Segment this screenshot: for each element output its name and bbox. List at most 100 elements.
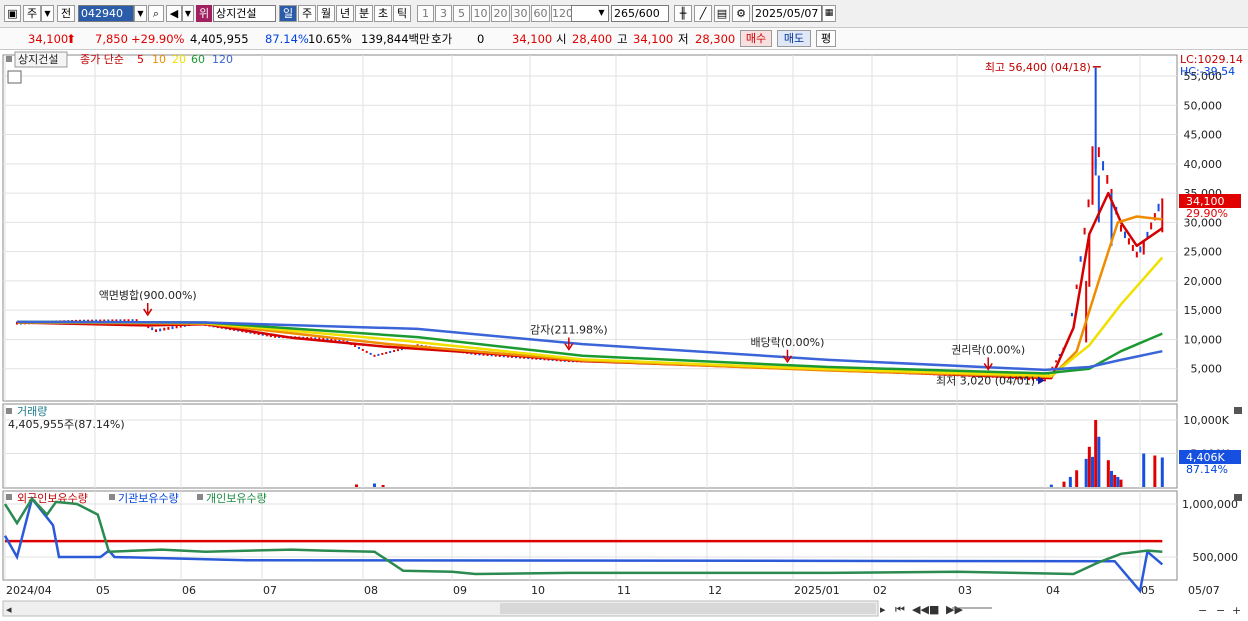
legend-square-icon (197, 494, 203, 500)
interval-button[interactable]: 60 (531, 5, 550, 22)
period-tab[interactable]: 년 (336, 5, 354, 22)
zoom-in-icon: + (1232, 604, 1241, 617)
price-axis-tick: 15,000 (1184, 304, 1223, 317)
calendar-icon[interactable]: ▦ (822, 5, 836, 22)
line-tool-icon[interactable]: ╱ (694, 5, 712, 22)
mode-chevron-down-icon[interactable]: ▼ (41, 5, 54, 22)
candle (1157, 203, 1160, 212)
playback-control-icon: ■ (929, 603, 939, 616)
x-axis-tick: 11 (617, 584, 631, 597)
interval-button[interactable]: 30 (511, 5, 530, 22)
legend-item: 5 (137, 53, 144, 66)
save-icon[interactable]: ▤ (714, 5, 730, 22)
stock-code-input[interactable]: 042940 (78, 5, 134, 22)
volume-bar (354, 484, 358, 487)
open-price: 28,400 (572, 32, 613, 46)
interval-button[interactable]: 5 (453, 5, 470, 22)
volume-bar (1084, 458, 1088, 487)
volume-subtitle: 4,405,955주(87.14%) (8, 418, 125, 431)
period-tab[interactable]: 주 (298, 5, 316, 22)
volume-pane (2, 403, 1178, 489)
open-label: 시 (556, 32, 567, 46)
period-tab[interactable]: 월 (317, 5, 335, 22)
x-axis-tick: 06 (182, 584, 196, 597)
eval-button[interactable]: 평 (816, 30, 836, 47)
interval-button[interactable]: 120 (551, 5, 573, 22)
grid-toggle-icon (7, 70, 22, 84)
period-tab[interactable]: 분 (355, 5, 373, 22)
period-tab[interactable]: 틱 (393, 5, 411, 22)
chart-menu-icon[interactable]: ▣ (4, 5, 21, 22)
zoom-out-icon: − (1198, 604, 1207, 617)
period-tab[interactable]: 초 (374, 5, 392, 22)
event-annotation: 액면병합(900.00%) (99, 289, 197, 302)
legend-square-icon (109, 494, 115, 500)
legend-item: 10 (152, 53, 166, 66)
stock-badge: 위 (196, 5, 212, 22)
legend-item: 120 (212, 53, 233, 66)
chart-area: 5,00010,00015,00020,00025,00030,00035,00… (2, 51, 1243, 617)
playback-control-icon: ◀◀ (912, 603, 929, 616)
scroll-right-icon: ▸ (880, 603, 886, 616)
candle (1120, 224, 1122, 232)
price-axis-tick: 5,000 (1191, 363, 1223, 376)
hoga-price: 34,100 (512, 32, 553, 46)
x-axis-tick: 05 (96, 584, 110, 597)
candle (1035, 378, 1038, 381)
speaker-icon[interactable]: ◀ (166, 5, 182, 22)
current-price: 34,100 (28, 32, 69, 46)
candle (163, 327, 166, 331)
x-axis-tick: 10 (531, 584, 545, 597)
price-axis-tick: 50,000 (1184, 99, 1223, 112)
mode-button[interactable]: 주 (23, 5, 41, 22)
candle (1135, 251, 1138, 258)
prev-button[interactable]: 전 (57, 5, 75, 22)
up-arrow-icon: ⬆ (66, 32, 77, 46)
interval-button[interactable]: 10 (471, 5, 490, 22)
date-input[interactable]: 2025/05/07 (752, 5, 822, 22)
volume-bar (381, 484, 385, 487)
speaker-chevron-down-icon[interactable]: ▼ (182, 5, 194, 22)
candle (1106, 175, 1109, 184)
x-axis-tick: 03 (958, 584, 972, 597)
volume-bar (1097, 436, 1101, 487)
interval-chevron-down-icon[interactable]: ▼ (595, 5, 608, 22)
volume-bar (1113, 474, 1117, 487)
candle-type-icon[interactable]: ╫ (674, 5, 692, 22)
gear-icon[interactable]: ⚙ (732, 5, 750, 22)
volume-bar (1075, 470, 1079, 487)
candle (159, 328, 162, 332)
holdings-legend-item: 기관보유수량 (118, 492, 179, 505)
close-pane-icon (1234, 407, 1242, 414)
code-chevron-down-icon[interactable]: ▼ (134, 5, 147, 22)
stock-name-field[interactable]: 상지건설 (213, 5, 276, 22)
candle (354, 344, 357, 348)
event-annotation: 배당락(0.00%) (751, 336, 825, 349)
sell-button[interactable]: 매도 (777, 30, 811, 47)
search-icon[interactable]: ⌕ (148, 5, 164, 22)
interval-button[interactable]: 1 (417, 5, 434, 22)
price-low-annotation: 최저 3,020 (04/01) (936, 374, 1035, 387)
event-annotation: 감자(211.98%) (530, 324, 608, 337)
interval-button[interactable]: 20 (491, 5, 510, 22)
candle (1097, 147, 1100, 158)
candle (1087, 199, 1090, 208)
low-price: 28,300 (695, 32, 736, 46)
interval-button[interactable]: 3 (435, 5, 452, 22)
candle (1079, 256, 1082, 262)
price-axis-tick: 45,000 (1184, 129, 1223, 142)
holdings-axis-tick: 500,000 (1193, 551, 1239, 564)
count-field[interactable]: 265/600 (611, 5, 669, 22)
price-high-annotation: 최고 56,400 (04/18) (985, 61, 1091, 74)
x-axis-tick: 05 (1141, 584, 1155, 597)
candle (373, 354, 376, 357)
legend-square-icon (6, 494, 12, 500)
period-tab[interactable]: 일 (279, 5, 297, 22)
hc-label: HC:-39.54 (1180, 65, 1235, 78)
buy-button[interactable]: 매수 (740, 30, 772, 47)
close-pane-icon (1234, 494, 1242, 501)
scrollbar-thumb (500, 603, 876, 614)
candle (1123, 231, 1126, 239)
volume-bar (372, 483, 376, 487)
candle (389, 351, 392, 354)
